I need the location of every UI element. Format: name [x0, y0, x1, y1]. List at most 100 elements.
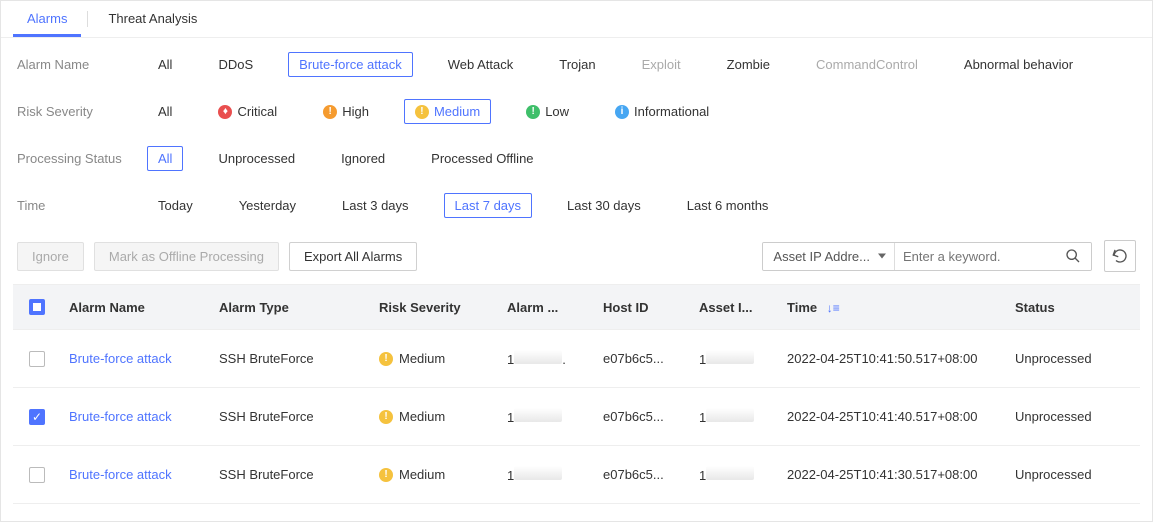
alarm-prefix: 1 [507, 410, 514, 425]
cell-asset-ip: 1 [691, 446, 779, 503]
filter-row-alarm-name: Alarm Name All DDoS Brute-force attack W… [17, 52, 1136, 77]
low-icon: ! [526, 105, 540, 119]
table-row: Brute-force attack SSH BruteForce ! Medi… [13, 446, 1140, 504]
opt-alarm-zombie[interactable]: Zombie [716, 52, 781, 77]
opt-time-7d[interactable]: Last 7 days [444, 193, 533, 218]
col-asset-trunc[interactable]: Asset I... [691, 286, 779, 329]
filter-label-alarm-name: Alarm Name [17, 57, 147, 72]
alarm-name-link[interactable]: Brute-force attack [69, 351, 172, 366]
header-checkbox[interactable] [29, 299, 45, 315]
cell-alarm-trunc: 1. [499, 330, 595, 387]
opt-time-today[interactable]: Today [147, 193, 204, 218]
alarms-table: Alarm Name Alarm Type Risk Severity Alar… [13, 284, 1140, 504]
redacted-block [706, 408, 754, 422]
redacted-block [706, 466, 754, 480]
opt-time-30d[interactable]: Last 30 days [556, 193, 652, 218]
cell-asset-ip: 1 [691, 330, 779, 387]
opt-sev-high[interactable]: ! High [312, 99, 380, 124]
opt-sev-medium-label: Medium [434, 104, 480, 119]
col-alarm-trunc[interactable]: Alarm ... [499, 286, 595, 329]
row-checkbox-cell [13, 331, 61, 387]
opt-sev-critical[interactable]: ♦ Critical [207, 99, 288, 124]
alarm-name-link[interactable]: Brute-force attack [69, 409, 172, 424]
opt-status-offline[interactable]: Processed Offline [420, 146, 544, 171]
severity-text: Medium [399, 409, 445, 424]
row-checkbox[interactable] [29, 351, 45, 367]
cell-risk-severity: ! Medium [371, 447, 499, 502]
alarm-prefix: 1 [507, 352, 514, 367]
ignore-button[interactable]: Ignore [17, 242, 84, 271]
tab-threat-analysis[interactable]: Threat Analysis [94, 1, 211, 37]
opt-alarm-cc[interactable]: CommandControl [805, 52, 929, 77]
opt-time-6m[interactable]: Last 6 months [676, 193, 780, 218]
row-checkbox[interactable] [29, 409, 45, 425]
redacted-block [514, 466, 562, 480]
filter-label-status: Processing Status [17, 151, 147, 166]
col-time-label: Time [787, 300, 817, 315]
filter-panel: Alarm Name All DDoS Brute-force attack W… [1, 38, 1152, 240]
opt-sev-info[interactable]: i Informational [604, 99, 720, 124]
cell-alarm-name: Brute-force attack [61, 389, 211, 444]
export-button[interactable]: Export All Alarms [289, 242, 417, 271]
opt-status-unprocessed[interactable]: Unprocessed [207, 146, 306, 171]
cell-alarm-name: Brute-force attack [61, 331, 211, 386]
cell-time: 2022-04-25T10:41:50.517+08:00 [779, 331, 1007, 386]
opt-alarm-web[interactable]: Web Attack [437, 52, 525, 77]
table-row: Brute-force attack SSH BruteForce ! Medi… [13, 388, 1140, 446]
cell-alarm-type: SSH BruteForce [211, 447, 371, 502]
mark-offline-button[interactable]: Mark as Offline Processing [94, 242, 279, 271]
search-button[interactable] [1055, 243, 1091, 270]
cell-alarm-name: Brute-force attack [61, 447, 211, 502]
opt-alarm-ddos[interactable]: DDoS [207, 52, 264, 77]
opt-sev-high-label: High [342, 104, 369, 119]
cell-alarm-trunc: 1 [499, 446, 595, 503]
asset-prefix: 1 [699, 352, 706, 367]
table-header: Alarm Name Alarm Type Risk Severity Alar… [13, 284, 1140, 330]
col-risk-severity[interactable]: Risk Severity [371, 286, 499, 329]
alarm-name-link[interactable]: Brute-force attack [69, 467, 172, 482]
opt-status-ignored[interactable]: Ignored [330, 146, 396, 171]
col-time[interactable]: Time ↓≡ [779, 286, 1007, 329]
opt-sev-all[interactable]: All [147, 99, 183, 124]
opt-time-yesterday[interactable]: Yesterday [228, 193, 307, 218]
medium-icon: ! [379, 352, 393, 366]
cell-status: Unprocessed [1007, 389, 1127, 444]
alarm-prefix: 1 [507, 468, 514, 483]
search-field-select[interactable]: Asset IP Addre... [763, 243, 895, 270]
opt-alarm-bruteforce[interactable]: Brute-force attack [288, 52, 413, 77]
tab-alarms[interactable]: Alarms [13, 1, 81, 37]
cell-status: Unprocessed [1007, 331, 1127, 386]
col-status[interactable]: Status [1007, 286, 1127, 329]
critical-icon: ♦ [218, 105, 232, 119]
cell-status: Unprocessed [1007, 447, 1127, 502]
opt-time-3d[interactable]: Last 3 days [331, 193, 420, 218]
col-host-id[interactable]: Host ID [595, 286, 691, 329]
cell-alarm-type: SSH BruteForce [211, 389, 371, 444]
opt-alarm-trojan[interactable]: Trojan [548, 52, 606, 77]
filter-row-severity: Risk Severity All ♦ Critical ! High ! Me… [17, 99, 1136, 124]
col-checkbox [13, 285, 61, 329]
info-icon: i [615, 105, 629, 119]
cell-alarm-type: SSH BruteForce [211, 331, 371, 386]
search-input[interactable] [895, 243, 1055, 270]
cell-risk-severity: ! Medium [371, 331, 499, 386]
search-icon [1065, 248, 1081, 264]
opt-sev-medium[interactable]: ! Medium [404, 99, 491, 124]
opt-sev-low[interactable]: ! Low [515, 99, 580, 124]
tab-bar: Alarms Threat Analysis [1, 1, 1152, 38]
filter-options-time: Today Yesterday Last 3 days Last 7 days … [147, 193, 779, 218]
refresh-button[interactable] [1104, 240, 1136, 272]
opt-sev-low-label: Low [545, 104, 569, 119]
cell-time: 2022-04-25T10:41:30.517+08:00 [779, 447, 1007, 502]
opt-alarm-abnormal[interactable]: Abnormal behavior [953, 52, 1084, 77]
row-checkbox[interactable] [29, 467, 45, 483]
col-alarm-name[interactable]: Alarm Name [61, 286, 211, 329]
cell-asset-ip: 1 [691, 388, 779, 445]
opt-alarm-exploit[interactable]: Exploit [631, 52, 692, 77]
table-row: Brute-force attack SSH BruteForce ! Medi… [13, 330, 1140, 388]
opt-alarm-all[interactable]: All [147, 52, 183, 77]
col-alarm-type[interactable]: Alarm Type [211, 286, 371, 329]
opt-status-all[interactable]: All [147, 146, 183, 171]
redacted-block [514, 408, 562, 422]
opt-sev-info-label: Informational [634, 104, 709, 119]
